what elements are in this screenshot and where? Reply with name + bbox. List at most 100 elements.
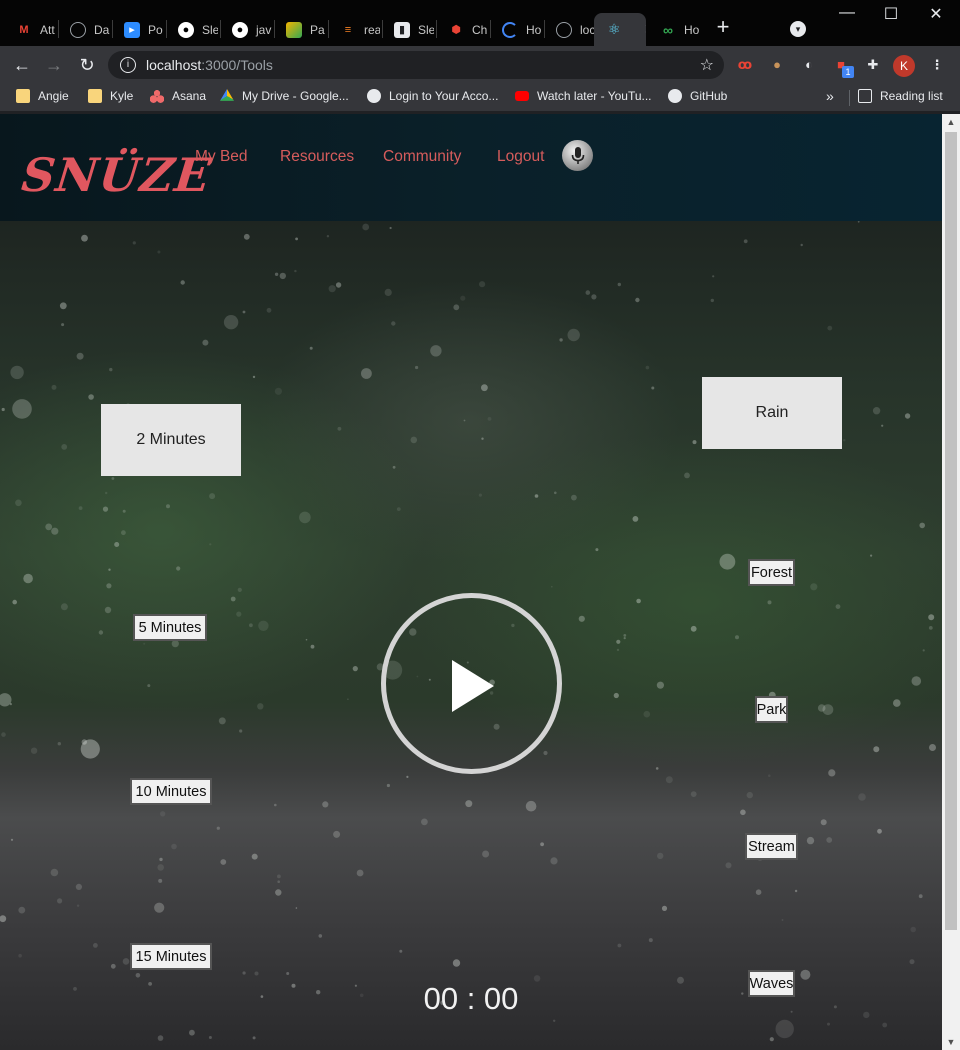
rain-drop	[209, 493, 216, 500]
sound-park-button[interactable]: Park	[755, 696, 788, 723]
bookmark-item[interactable]: Kyle	[88, 89, 133, 103]
scroll-down-arrow-icon[interactable]: ▼	[942, 1034, 960, 1050]
browser-tab[interactable]: ⬢ Ch	[436, 13, 488, 46]
rain-drop	[735, 635, 739, 640]
browser-tab[interactable]: ∞ Ho	[648, 13, 700, 46]
rain-drop	[826, 837, 833, 843]
cookie-extension-icon[interactable]: ●	[767, 55, 787, 75]
bookmark-item[interactable]: Asana	[150, 89, 206, 103]
duration-5-minutes-button[interactable]: 5 Minutes	[133, 614, 207, 641]
microphone-button[interactable]	[562, 140, 593, 171]
browser-tab[interactable]: ● jav	[220, 13, 272, 46]
duration-10-minutes-button[interactable]: 10 Minutes	[130, 778, 212, 805]
bookmark-item[interactable]: My Drive - Google...	[220, 89, 349, 103]
profile-avatar[interactable]: K	[893, 55, 915, 77]
bookmark-item[interactable]: Angie	[16, 89, 69, 103]
rain-drop	[318, 934, 323, 938]
nav-logout[interactable]: Logout	[497, 148, 544, 166]
rain-drop	[111, 477, 115, 480]
site-info-icon[interactable]: i	[120, 57, 136, 73]
rain-drop	[335, 282, 342, 288]
back-button[interactable]: ←	[10, 53, 34, 77]
rain-drop	[918, 894, 923, 899]
browser-tab[interactable]: Ho	[490, 13, 542, 46]
rain-drop	[559, 338, 563, 342]
rain-drop	[143, 642, 146, 645]
puzzle-icon[interactable]: ✚	[863, 55, 883, 75]
rain-drop	[81, 234, 88, 242]
nav-resources[interactable]: Resources	[280, 148, 354, 166]
rain-drop	[73, 987, 77, 991]
rain-drop	[93, 943, 98, 948]
reading-list[interactable]: Reading list	[858, 89, 943, 103]
sound-forest-button[interactable]: Forest	[748, 559, 795, 586]
extension-icon[interactable]: ◐	[799, 55, 819, 75]
sound-stream-button[interactable]: Stream	[745, 833, 798, 860]
rain-drop	[106, 583, 112, 589]
nav-community[interactable]: Community	[383, 148, 461, 166]
rain-drop	[743, 239, 748, 244]
rain-drop	[109, 367, 113, 372]
rain-drop	[465, 800, 473, 808]
rain-drop	[10, 838, 14, 841]
page-scrollbar[interactable]: ▲ ▼	[942, 114, 960, 1050]
rain-drop	[299, 511, 311, 524]
scroll-thumb[interactable]	[945, 132, 957, 930]
rain-drop	[361, 368, 372, 379]
play-button[interactable]	[381, 593, 562, 774]
reload-button[interactable]: ↻	[75, 53, 99, 77]
browser-tab[interactable]: M Att	[4, 13, 56, 46]
youtube-icon	[515, 91, 529, 101]
rain-drop	[76, 352, 84, 360]
rain-drop	[810, 583, 818, 591]
bookmark-star-icon[interactable]: ☆	[700, 55, 714, 75]
minimize-button[interactable]: —	[824, 4, 870, 22]
selected-sound-display: Rain	[702, 377, 842, 449]
rain-drop	[295, 907, 298, 909]
rain-drop	[218, 717, 226, 725]
browser-tab[interactable]: Pa	[274, 13, 326, 46]
menu-dots-icon[interactable]: ⋮	[927, 55, 947, 75]
browser-tab[interactable]: ▸ Po	[112, 13, 164, 46]
browser-tab[interactable]: ● Sle	[166, 13, 218, 46]
rain-drop	[648, 938, 653, 943]
address-bar[interactable]: i localhost :3000/Tools ☆	[108, 51, 724, 79]
lastpass-extension-icon[interactable]: ꝏ	[735, 55, 755, 75]
duration-15-minutes-button[interactable]: 15 Minutes	[130, 943, 212, 970]
bookmark-item[interactable]: Watch later - YouTu...	[515, 89, 652, 103]
bookmark-item[interactable]: Login to Your Acco...	[367, 89, 498, 103]
browser-tab[interactable]: ≡ rea	[328, 13, 380, 46]
rain-drop	[310, 644, 315, 649]
rain-drop	[781, 919, 784, 921]
tab-search-icon[interactable]: ▾	[790, 21, 806, 37]
rain-drop	[741, 992, 744, 995]
browser-tab-active[interactable]: ⚛ ✕	[594, 13, 646, 46]
browser-tab[interactable]: Da	[58, 13, 110, 46]
bookmark-item[interactable]: GitHub	[668, 89, 727, 103]
browser-tab[interactable]: ▮ Sle	[382, 13, 434, 46]
maximize-button[interactable]: ☐	[868, 4, 914, 24]
rain-drop	[316, 990, 321, 995]
app-logo[interactable]: SNÜZE	[19, 148, 214, 202]
rain-drop	[396, 507, 401, 511]
scroll-up-arrow-icon[interactable]: ▲	[942, 114, 960, 130]
bookmarks-overflow-icon[interactable]: »	[826, 88, 834, 104]
stackoverflow-icon: ≡	[344, 23, 352, 36]
rain-drop	[81, 739, 88, 745]
rain-drop	[239, 729, 243, 733]
sound-waves-button[interactable]: Waves	[748, 970, 795, 997]
rain-drop	[254, 971, 259, 976]
rain-drop	[189, 1029, 195, 1036]
bookmarks-bar: Angie Kyle Asana My Drive - Google... Lo…	[0, 84, 960, 112]
new-tab-button[interactable]: +	[712, 16, 734, 39]
rain-drop	[45, 523, 53, 531]
close-window-button[interactable]: ✕	[913, 4, 959, 24]
rain-drop	[767, 600, 772, 605]
close-icon[interactable]: ✕	[644, 21, 646, 38]
rain-drop	[252, 1036, 256, 1040]
nav-my-bed[interactable]: My Bed	[195, 148, 248, 166]
rain-drop	[9, 703, 12, 706]
browser-tab[interactable]: loc	[544, 13, 594, 46]
forward-button[interactable]: →	[42, 53, 66, 77]
rain-drop	[359, 993, 364, 998]
